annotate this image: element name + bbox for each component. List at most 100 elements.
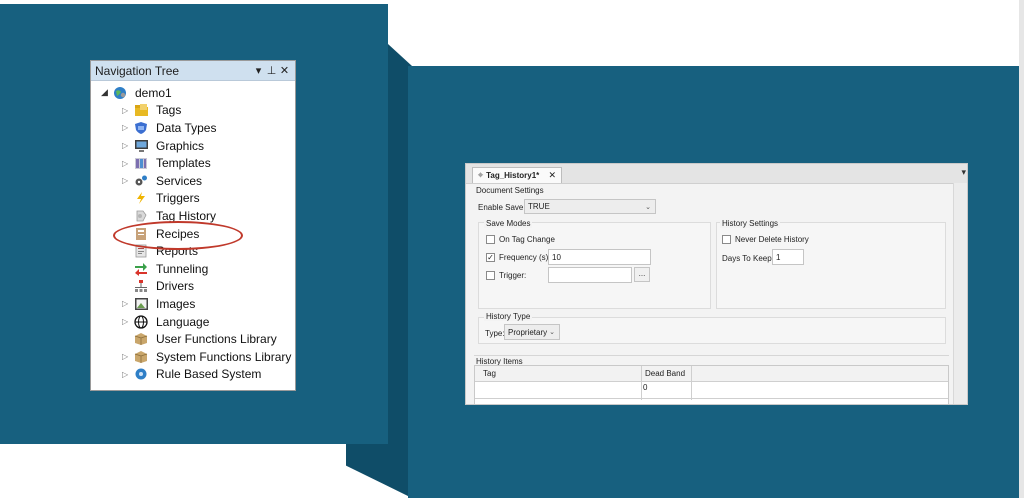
enable-save-label: Enable Save: xyxy=(478,203,526,212)
close-icon[interactable]: ✕ xyxy=(548,170,556,181)
lightning-icon xyxy=(133,191,149,205)
save-modes-title: Save Modes xyxy=(484,219,533,228)
tree-item-recipes[interactable]: Recipes xyxy=(91,225,295,243)
reports-icon xyxy=(133,244,149,258)
tunneling-arrows-icon xyxy=(133,262,149,276)
never-delete-history-checkbox[interactable] xyxy=(722,235,731,244)
tree-item-label: Reports xyxy=(156,244,199,259)
tree-item-label: Services xyxy=(156,173,203,188)
tree-item-reports[interactable]: Reports xyxy=(91,242,295,260)
collapsed-arrow-icon[interactable]: ▷ xyxy=(122,299,133,308)
tab-tag-history1[interactable]: ⌖ Tag_History1* ✕ xyxy=(472,167,562,183)
enable-save-value: TRUE xyxy=(528,202,550,211)
recipes-icon xyxy=(133,227,149,241)
history-items-grid: Tag Dead Band 0 xyxy=(474,365,949,404)
pane-menu-icon[interactable]: ▾ xyxy=(961,167,966,178)
history-tag-icon xyxy=(133,209,149,223)
tags-folder-icon xyxy=(133,103,149,117)
tree-item-label: Triggers xyxy=(156,191,200,206)
rule-gear-icon xyxy=(133,367,149,381)
history-type-value: Proprietary xyxy=(508,327,548,337)
never-delete-history-label: Never Delete History xyxy=(735,235,809,244)
collapsed-arrow-icon[interactable]: ▷ xyxy=(122,141,133,150)
grid-header: Tag Dead Band xyxy=(475,366,948,382)
column-header-tag[interactable]: Tag xyxy=(483,369,496,378)
tree-item-label: Recipes xyxy=(156,226,200,241)
collapsed-arrow-icon[interactable]: ▷ xyxy=(122,317,133,326)
tree-item-label: demo1 xyxy=(135,85,172,100)
data-types-shield-icon xyxy=(133,121,149,135)
table-row[interactable]: 0 xyxy=(475,381,948,399)
type-label: Type: xyxy=(485,329,505,338)
collapsed-arrow-icon[interactable]: ▷ xyxy=(122,352,133,361)
language-globe-icon xyxy=(133,314,149,329)
days-to-keep-input[interactable]: 1 xyxy=(772,249,804,265)
tree-item-label: Tunneling xyxy=(156,261,209,276)
tree-item-demo1[interactable]: ◢ demo1 xyxy=(91,84,295,102)
tree-item-label: Tag History xyxy=(156,208,217,223)
collapsed-arrow-icon[interactable]: ▷ xyxy=(122,176,133,185)
document-tab-bar: ⌖ Tag_History1* ✕ ▾ xyxy=(466,164,967,184)
collapsed-arrow-icon[interactable]: ▷ xyxy=(122,159,133,168)
frequency-label: Frequency (s): xyxy=(499,253,551,262)
on-tag-change-label: On Tag Change xyxy=(499,235,555,244)
tree-item-label: Graphics xyxy=(156,138,205,153)
trigger-checkbox[interactable] xyxy=(486,271,495,280)
tree-item-services[interactable]: ▷ Services xyxy=(91,172,295,190)
vertical-scrollbar[interactable] xyxy=(953,183,967,404)
tree-item-graphics[interactable]: ▷ Graphics xyxy=(91,137,295,155)
tree-item-triggers[interactable]: Triggers xyxy=(91,190,295,208)
enable-save-select[interactable]: TRUE ⌄ xyxy=(524,199,656,214)
tree-item-templates[interactable]: ▷ Templates xyxy=(91,154,295,172)
dropdown-icon[interactable]: ▾ xyxy=(252,64,265,77)
expanded-arrow-icon[interactable]: ◢ xyxy=(101,87,112,98)
history-type-title: History Type xyxy=(484,312,533,321)
tree-item-label: User Functions Library xyxy=(156,332,277,347)
tree-item-label: System Functions Library xyxy=(156,349,292,364)
tree-item-label: Data Types xyxy=(156,120,217,135)
drivers-network-icon xyxy=(133,279,149,293)
tree-item-tunneling[interactable]: Tunneling xyxy=(91,260,295,278)
collapsed-arrow-icon[interactable]: ▷ xyxy=(122,370,133,379)
tree-item-label: Rule Based System xyxy=(156,367,262,382)
collapsed-arrow-icon[interactable]: ▷ xyxy=(122,106,133,115)
tree-item-label: Language xyxy=(156,314,210,329)
tree-item-tag-history[interactable]: Tag History xyxy=(91,207,295,225)
trigger-input[interactable] xyxy=(548,267,632,283)
on-tag-change-checkbox[interactable] xyxy=(486,235,495,244)
table-cell-dead-band[interactable]: 0 xyxy=(643,383,647,392)
frequency-input[interactable]: 10 xyxy=(548,249,651,265)
pin-icon[interactable]: ⊥ xyxy=(265,64,278,77)
tree-item-rule-based-system[interactable]: ▷ Rule Based System xyxy=(91,366,295,384)
tree-item-images[interactable]: ▷ Images xyxy=(91,295,295,313)
templates-icon xyxy=(133,156,149,170)
column-header-dead-band[interactable]: Dead Band xyxy=(645,369,685,378)
navigation-tree-title: Navigation Tree xyxy=(95,63,180,78)
page-edge xyxy=(1019,0,1024,498)
library-box-icon xyxy=(133,350,149,364)
chevron-down-icon: ⌄ xyxy=(645,203,651,211)
collapsed-arrow-icon[interactable]: ▷ xyxy=(122,123,133,132)
tree-item-data-types[interactable]: ▷ Data Types xyxy=(91,119,295,137)
tree-item-drivers[interactable]: Drivers xyxy=(91,278,295,296)
tree-item-label: Tags xyxy=(156,103,182,118)
frequency-value: 10 xyxy=(552,252,561,262)
monitor-icon xyxy=(133,139,149,153)
history-tag-icon: ⌖ xyxy=(478,170,484,180)
trigger-label: Trigger: xyxy=(499,271,527,280)
navigation-tree-panel: Navigation Tree ▾ ⊥ ✕ ◢ demo1 ▷ Tags ▷ D… xyxy=(90,60,296,391)
tag-history-document: ⌖ Tag_History1* ✕ ▾ Document Settings En… xyxy=(465,163,968,405)
chevron-down-icon: ⌄ xyxy=(549,329,555,336)
document-settings-label: Document Settings xyxy=(476,186,544,195)
tree-item-label: Templates xyxy=(156,156,211,171)
globe-icon xyxy=(112,86,128,100)
close-icon[interactable]: ✕ xyxy=(278,64,291,77)
trigger-browse-button[interactable]: ... xyxy=(634,267,650,282)
history-type-select[interactable]: Proprietary ⌄ xyxy=(504,324,560,340)
tree-item-user-functions-library[interactable]: User Functions Library xyxy=(91,330,295,348)
tree-item-tags[interactable]: ▷ Tags xyxy=(91,102,295,120)
frequency-checkbox[interactable]: ✓ xyxy=(486,253,495,262)
services-gears-icon xyxy=(133,174,149,188)
tree-item-system-functions-library[interactable]: ▷ System Functions Library xyxy=(91,348,295,366)
tree-item-language[interactable]: ▷ Language xyxy=(91,313,295,331)
